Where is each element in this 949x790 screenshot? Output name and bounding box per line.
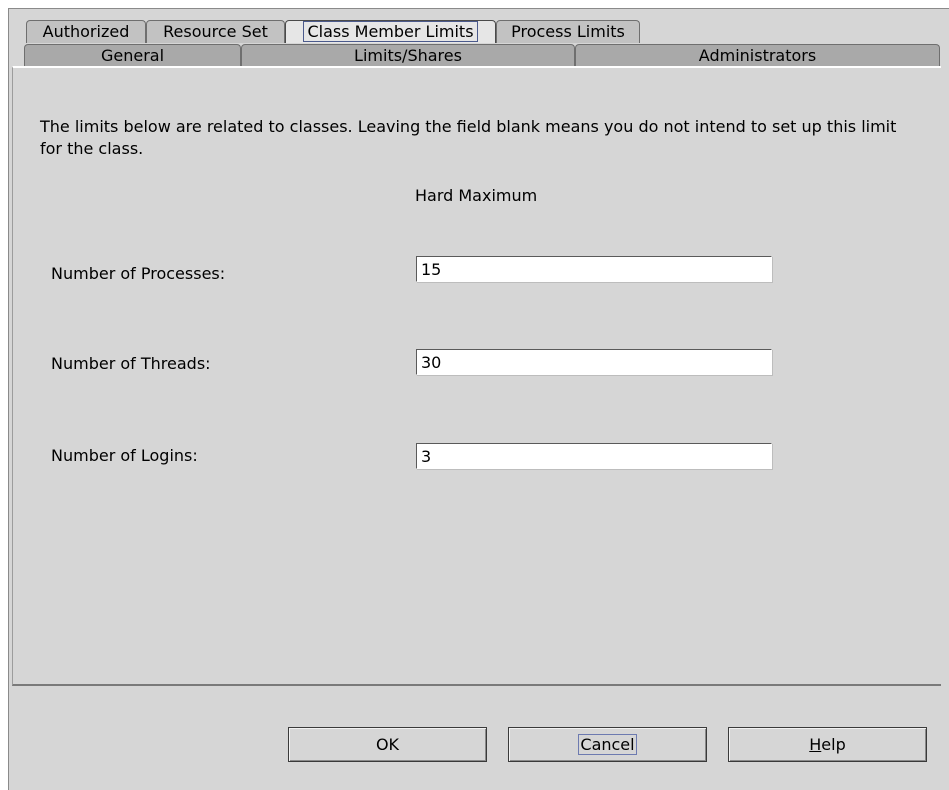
- tab-limits-shares[interactable]: Limits/Shares: [241, 44, 575, 66]
- logins-input[interactable]: [416, 443, 772, 469]
- tab-process-limits[interactable]: Process Limits: [496, 20, 640, 43]
- ok-button-label: OK: [375, 735, 400, 754]
- tab-authorized[interactable]: Authorized: [26, 20, 146, 43]
- tab-class-member-limits-label: Class Member Limits: [303, 21, 478, 42]
- tab-general[interactable]: General: [24, 44, 241, 66]
- tab-administrators-label: Administrators: [698, 46, 817, 65]
- threads-input[interactable]: [416, 349, 772, 375]
- ok-button[interactable]: OK: [288, 727, 487, 762]
- tab-administrators[interactable]: Administrators: [575, 44, 940, 66]
- cancel-button[interactable]: Cancel: [508, 727, 707, 762]
- processes-input[interactable]: [416, 256, 772, 282]
- help-button-mnemonic: H: [809, 735, 822, 754]
- hard-maximum-header: Hard Maximum: [415, 186, 538, 205]
- cancel-button-label: Cancel: [578, 734, 637, 755]
- logins-label: Number of Logins:: [51, 446, 198, 465]
- tab-resource-set[interactable]: Resource Set: [146, 20, 285, 43]
- tab-general-label: General: [100, 46, 165, 65]
- processes-label: Number of Processes:: [51, 264, 226, 283]
- tab-process-limits-label: Process Limits: [511, 22, 625, 41]
- help-button[interactable]: Help: [728, 727, 927, 762]
- tab-class-member-limits[interactable]: Class Member Limits: [285, 20, 496, 43]
- tab-authorized-label: Authorized: [42, 22, 130, 41]
- help-button-label: elp: [821, 735, 846, 754]
- tab-resource-set-label: Resource Set: [163, 22, 268, 41]
- description-text: The limits below are related to classes.…: [40, 117, 897, 158]
- tab-limits-shares-label: Limits/Shares: [354, 46, 462, 65]
- threads-label: Number of Threads:: [51, 354, 211, 373]
